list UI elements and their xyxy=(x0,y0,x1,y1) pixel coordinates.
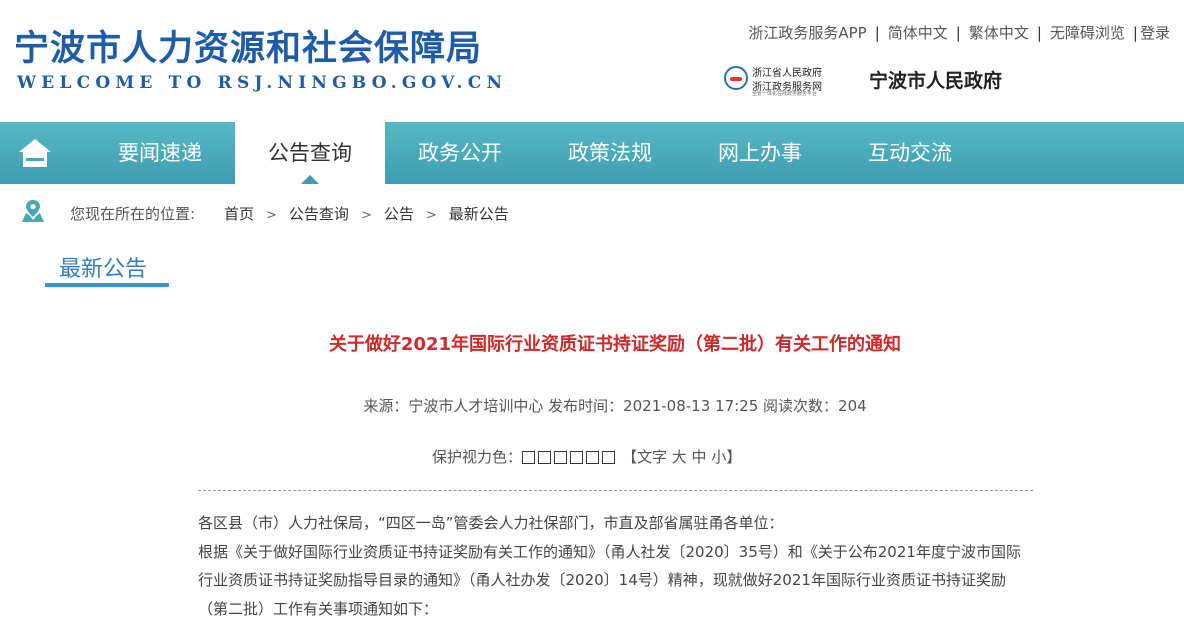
nav-item-announcements[interactable]: 公告查询 xyxy=(235,122,385,184)
article-body: 各区县（市）人力社保局，“四区一岛”管委会人力社保部门，市直及部省属驻甬各单位：… xyxy=(198,509,1033,623)
article-meta: 来源：宁波市人才培训中心 发布时间：2021-08-13 17:25 阅读次数：… xyxy=(363,397,867,415)
separator: | xyxy=(874,24,880,42)
breadcrumb-trail: 首页 > 公告查询 > 公告 > 最新公告 xyxy=(224,203,509,224)
link-accessibility[interactable]: 无障碍浏览 xyxy=(1050,24,1125,42)
color-swatch[interactable] xyxy=(586,451,600,464)
nav-item-interaction[interactable]: 互动交流 xyxy=(835,122,985,184)
separator: | xyxy=(1036,24,1042,42)
link-simplified-chinese[interactable]: 简体中文 xyxy=(888,24,948,42)
color-swatch[interactable] xyxy=(554,451,568,464)
separator: | xyxy=(1132,24,1138,42)
main-nav: 要闻速递 公告查询 政务公开 政策法规 网上办事 互动交流 xyxy=(0,122,1184,184)
breadcrumb-label: 您现在所在的位置: xyxy=(70,205,196,223)
nav-item-government-affairs[interactable]: 政务公开 xyxy=(385,122,535,184)
article-paragraph-2: 根据《关于做好国际行业资质证书持证奖励有关工作的通知》（甬人社发〔2020〕35… xyxy=(198,542,1021,618)
zhejiang-gov-logo[interactable]: 浙江省人民政府 浙江政务服务网 全省一体化在线政务服务平台 xyxy=(724,62,824,97)
breadcrumb-separator: > xyxy=(266,208,277,223)
breadcrumb-notice[interactable]: 公告 xyxy=(384,205,414,223)
breadcrumb-announcements[interactable]: 公告查询 xyxy=(289,205,349,223)
article-paragraph-1: 各区县（市）人力社保局，“四区一岛”管委会人力社保部门，市直及部省属驻甬各单位： xyxy=(198,514,784,532)
article-title: 关于做好2021年国际行业资质证书持证奖励（第二批）有关工作的通知 xyxy=(328,334,902,355)
location-map-icon xyxy=(22,200,44,222)
site-header: 宁波市人力资源和社会保障局 WELCOME TO RSJ.NINGBO.GOV.… xyxy=(0,0,1184,122)
color-swatch[interactable] xyxy=(570,451,584,464)
nav-item-online-services[interactable]: 网上办事 xyxy=(685,122,835,184)
eye-protection-bar: 保护视力色： 【文字 大 中 小】 xyxy=(432,446,741,467)
section-title: 最新公告 xyxy=(45,251,169,287)
breadcrumb-home[interactable]: 首页 xyxy=(224,205,254,223)
section-title-text: 最新公告 xyxy=(59,257,148,282)
logo-zj-line3: 全省一体化在线政务服务平台 xyxy=(752,91,818,97)
color-swatch[interactable] xyxy=(538,451,552,464)
logo-zj-line1: 浙江省人民政府 xyxy=(752,68,822,79)
breadcrumb-latest[interactable]: 最新公告 xyxy=(449,205,509,223)
breadcrumb-separator: > xyxy=(360,208,372,223)
nav-item-policies[interactable]: 政策法规 xyxy=(535,122,685,184)
top-links: 浙江政务服务APP | 简体中文 | 繁体中文 | 无障碍浏览 | 登录 xyxy=(748,22,1170,43)
color-swatch[interactable] xyxy=(522,451,536,464)
site-title[interactable]: 宁波市人力资源和社会保障局 xyxy=(14,20,482,71)
link-login[interactable]: 登录 xyxy=(1140,24,1170,42)
ningbo-gov-logo[interactable]: 宁波市人民政府 xyxy=(869,66,1002,93)
zhejiang-emblem-icon xyxy=(724,66,748,90)
eye-protection-label: 保护视力色： xyxy=(432,448,523,466)
home-button[interactable] xyxy=(0,122,70,184)
link-zhejiang-app[interactable]: 浙江政务服务APP xyxy=(748,24,866,42)
font-size-controls[interactable]: 【文字 大 中 小】 xyxy=(622,448,741,466)
color-swatch[interactable] xyxy=(602,451,616,464)
home-icon xyxy=(19,139,51,167)
breadcrumb-separator: > xyxy=(425,208,437,223)
nav-item-news[interactable]: 要闻速递 xyxy=(85,122,235,184)
separator: | xyxy=(955,24,961,42)
site-subtitle: WELCOME TO RSJ.NINGBO.GOV.CN xyxy=(17,73,508,93)
divider xyxy=(198,490,1033,491)
link-traditional-chinese[interactable]: 繁体中文 xyxy=(969,24,1029,42)
breadcrumb: 您现在所在的位置: 首页 > 公告查询 > 公告 > 最新公告 xyxy=(0,194,1184,230)
